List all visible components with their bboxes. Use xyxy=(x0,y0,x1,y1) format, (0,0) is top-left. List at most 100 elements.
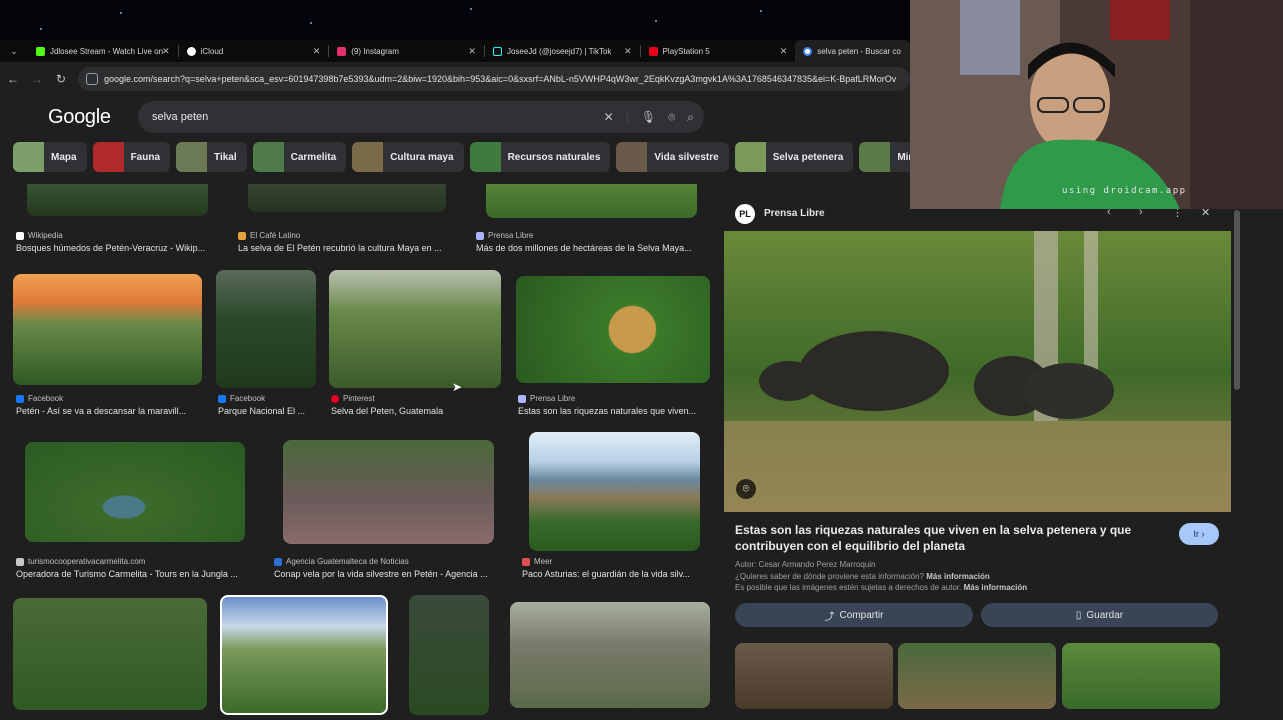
lens-icon[interactable]: ⌾ xyxy=(736,479,756,499)
url-bar[interactable]: google.com/search?q=selva+peten&sca_esv=… xyxy=(78,67,910,91)
chip-cultura-maya[interactable]: Cultura maya xyxy=(352,142,464,172)
share-button[interactable]: ⤴ Compartir xyxy=(735,603,973,627)
panel-author: Autor: Cesar Armando Perez Marroquin xyxy=(735,560,876,569)
result-caption[interactable]: Más de dos millones de hectáreas de la S… xyxy=(476,243,708,253)
result-source[interactable]: Prensa Libre xyxy=(518,394,575,403)
result-image[interactable] xyxy=(216,270,316,388)
tab-close-icon[interactable]: ✕ xyxy=(468,46,476,57)
result-image[interactable] xyxy=(25,442,245,542)
panel-title[interactable]: Estas son las riquezas naturales que viv… xyxy=(735,522,1175,554)
source-label: Facebook xyxy=(28,394,64,403)
rights-link[interactable]: Más información xyxy=(964,583,1028,592)
panel-scrollbar[interactable] xyxy=(1234,210,1240,390)
tab-label: (9) Instagram xyxy=(351,46,399,56)
microphone-icon[interactable]: 🎙︎ xyxy=(641,110,656,124)
search-icon[interactable]: ⌕ xyxy=(687,110,694,125)
lens-icon[interactable]: ⌾ xyxy=(668,110,675,125)
panel-source[interactable]: Prensa Libre xyxy=(764,208,825,219)
chip-tikal[interactable]: Tikal xyxy=(176,142,247,172)
result-source[interactable]: Pinterest xyxy=(331,394,375,403)
result-source[interactable]: Facebook xyxy=(218,394,265,403)
search-box[interactable]: selva peten ✕ | 🎙︎ ⌾ ⌕ xyxy=(138,101,704,133)
chip-label: Mapa xyxy=(51,151,77,163)
chip-mirador[interactable]: Mirador xyxy=(859,142,910,172)
tab-close-icon[interactable]: ✕ xyxy=(162,46,170,57)
prensa-libre-icon xyxy=(476,231,484,240)
tab-close-icon[interactable]: ✕ xyxy=(313,46,321,57)
chip-recursos-naturales[interactable]: Recursos naturales xyxy=(469,142,611,172)
chip-mapa[interactable]: Mapa xyxy=(13,142,87,172)
result-caption[interactable]: Bosques húmedos de Petén-Veracruz - Wiki… xyxy=(16,243,226,253)
result-source[interactable]: Facebook xyxy=(16,394,63,403)
webcam-overlay: using droidcam.app xyxy=(910,0,1283,209)
result-image[interactable] xyxy=(486,184,697,218)
result-image[interactable] xyxy=(409,595,489,715)
save-button[interactable]: ▯ Guardar xyxy=(981,603,1218,627)
back-icon[interactable]: ← xyxy=(2,68,24,90)
tab-instagram[interactable]: (9) Instagram ✕ xyxy=(329,40,484,62)
result-image[interactable] xyxy=(27,184,208,216)
chip-fauna[interactable]: Fauna xyxy=(92,142,171,172)
chip-thumbnail xyxy=(13,142,44,172)
result-source[interactable]: Wikipedia xyxy=(16,231,63,240)
result-source[interactable]: Agencia Guatemalteca de Noticias xyxy=(274,557,409,566)
google-logo[interactable]: Google xyxy=(48,106,111,129)
chip-label: Carmelita xyxy=(290,151,337,163)
reload-icon[interactable]: ↻ xyxy=(50,68,72,90)
chip-vida-silvestre[interactable]: Vida silvestre xyxy=(616,142,729,172)
result-source[interactable]: Meer xyxy=(522,557,552,566)
result-source[interactable]: Prensa Libre xyxy=(476,231,533,240)
origin-link[interactable]: Más información xyxy=(926,572,990,581)
related-image[interactable] xyxy=(735,643,893,709)
result-caption[interactable]: Paco Asturias: el guardián de la vida si… xyxy=(522,569,712,579)
chip-label: Tikal xyxy=(214,151,237,163)
result-image[interactable] xyxy=(13,598,207,710)
result-caption[interactable]: Operadora de Turismo Carmelita - Tours e… xyxy=(16,569,256,579)
result-source[interactable]: turismocooperativacarmelita.com xyxy=(16,557,145,566)
site-icon xyxy=(274,557,282,566)
result-image[interactable] xyxy=(248,184,446,212)
result-image[interactable] xyxy=(283,440,494,544)
google-header: Google selva peten ✕ | 🎙︎ ⌾ ⌕ xyxy=(0,96,910,140)
prensa-libre-logo[interactable]: PL xyxy=(735,204,755,224)
image-results-grid: Wikipedia Bosques húmedos de Petén-Verac… xyxy=(0,184,716,720)
result-source[interactable]: El Café Latino xyxy=(238,231,300,240)
result-image[interactable] xyxy=(510,602,710,708)
result-caption[interactable]: La selva de El Petén recubrió la cultura… xyxy=(238,243,458,253)
facebook-icon xyxy=(16,394,24,403)
result-caption[interactable]: Parque Nacional El ... xyxy=(218,406,318,416)
tab-google-search[interactable]: selva peten - Buscar co xyxy=(795,40,910,62)
tab-search-chevron-icon[interactable]: ⌄ xyxy=(0,40,28,62)
tab-label: PlayStation 5 xyxy=(662,46,710,56)
result-caption[interactable]: Conap vela por la vida silvestre en Peté… xyxy=(274,569,506,579)
clear-icon[interactable]: ✕ xyxy=(604,110,614,124)
result-caption[interactable]: Petén - Así se va a descansar la maravil… xyxy=(16,406,201,416)
related-image[interactable] xyxy=(1062,643,1220,709)
preview-image[interactable]: ⌾ xyxy=(724,231,1231,512)
source-label: Pinterest xyxy=(343,394,375,403)
result-image[interactable] xyxy=(13,274,202,385)
result-caption[interactable]: Selva del Peten, Guatemala xyxy=(331,406,501,416)
tab-kick[interactable]: Jdlosee Stream - Watch Live on ✕ xyxy=(28,40,178,62)
url-text: google.com/search?q=selva+peten&sca_esv=… xyxy=(104,74,897,84)
chip-label: Recursos naturales xyxy=(507,151,601,163)
result-image[interactable] xyxy=(220,595,388,715)
chip-carmelita[interactable]: Carmelita xyxy=(252,142,347,172)
search-input[interactable]: selva peten xyxy=(152,111,208,123)
visit-button[interactable]: Ir › xyxy=(1179,523,1219,545)
tab-close-icon[interactable]: ✕ xyxy=(624,46,632,57)
tab-close-icon[interactable]: ✕ xyxy=(780,46,788,57)
result-image[interactable] xyxy=(329,270,501,388)
related-image[interactable] xyxy=(898,643,1056,709)
site-info-icon[interactable] xyxy=(86,73,98,85)
result-image[interactable] xyxy=(516,276,710,383)
tab-icloud[interactable]: iCloud ✕ xyxy=(179,40,329,62)
result-caption[interactable]: Estas son las riquezas naturales que viv… xyxy=(518,406,710,416)
prensa-libre-icon xyxy=(518,394,526,403)
chip-selva-petenera[interactable]: Selva petenera xyxy=(734,142,854,172)
forward-icon[interactable]: → xyxy=(26,68,48,90)
panel-rights: Es posible que las imágenes estén sujeta… xyxy=(735,583,1027,592)
result-image[interactable] xyxy=(529,432,700,551)
tab-tiktok[interactable]: JoseeJd (@joseejd7) | TikTok ✕ xyxy=(485,40,640,62)
tab-playstation[interactable]: PlayStation 5 ✕ xyxy=(641,40,796,62)
